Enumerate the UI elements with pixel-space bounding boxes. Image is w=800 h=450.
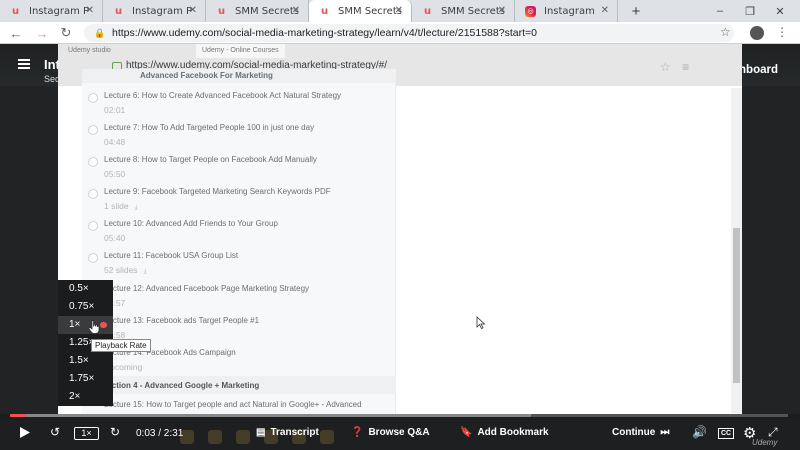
browser-tab-6[interactable]: ◎ Instagram ✕ [515, 0, 618, 22]
forward-icon: ↻ [110, 425, 121, 439]
close-icon[interactable]: ✕ [292, 5, 300, 16]
volume-button[interactable]: 🔊 [692, 425, 707, 439]
question-icon: ❓ [351, 427, 364, 438]
tab-label: Instagram P [29, 5, 90, 17]
checkbox-circle-icon [88, 93, 98, 103]
closed-captions-button[interactable]: CC [718, 428, 734, 439]
udemy-icon: u [114, 5, 123, 17]
bookmark-star-icon[interactable]: ☆ [720, 25, 731, 39]
close-icon[interactable]: ✕ [395, 5, 403, 16]
browser-tab-4-active[interactable]: u SMM Secrets ✕ [309, 0, 412, 22]
close-window-button[interactable]: ✕ [765, 0, 795, 22]
play-icon [20, 427, 30, 438]
hand-cursor-icon [88, 320, 100, 334]
checkbox-circle-icon [88, 125, 98, 135]
profile-avatar[interactable] [750, 26, 764, 40]
minimize-button[interactable]: – [705, 0, 735, 22]
video-section-header: Section 4 - Advanced Google + Marketing [82, 376, 396, 394]
rewind-button[interactable]: ↺ [50, 425, 60, 439]
tab-label: SMM Secrets [338, 5, 402, 17]
rate-option[interactable]: 2× [58, 388, 113, 406]
address-bar[interactable]: 🔒 https://www.udemy.com/social-media-mar… [84, 24, 734, 42]
time-display: 0:03 / 2:31 [136, 428, 184, 439]
restore-button[interactable]: ❐ [735, 0, 765, 22]
progress-buffered [10, 414, 532, 417]
tab-label: SMM Secrets [441, 5, 505, 17]
video-recording-dot [100, 322, 107, 328]
video-inner-tab: Udemy studio [68, 47, 111, 54]
video-section-header: Advanced Facebook For Marketing [82, 69, 396, 83]
video-scrollbar-thumb [733, 228, 740, 383]
video-progress-bar[interactable] [10, 414, 788, 417]
tab-label: SMM Secrets [235, 5, 299, 17]
tab-label: Instagram P [132, 5, 193, 17]
rewind-icon: ↺ [50, 425, 61, 439]
udemy-watermark: Udemy [752, 438, 778, 447]
new-tab-button[interactable]: + [624, 0, 648, 22]
forward-button[interactable]: ↻ [110, 425, 120, 439]
close-icon[interactable]: ✕ [189, 5, 197, 16]
instagram-icon: ◎ [525, 5, 536, 17]
continue-button[interactable]: Continue ⏭ [612, 427, 669, 438]
rate-option[interactable]: 1.75× [58, 370, 113, 388]
rate-option[interactable]: 1.5× [58, 352, 113, 370]
play-button[interactable] [18, 426, 31, 439]
next-icon: ⏭ [660, 427, 670, 438]
bookmark-icon: 🔖 [460, 427, 473, 438]
download-icon: ⤓ [134, 204, 138, 211]
volume-icon: 🔊 [692, 425, 707, 439]
add-bookmark-button[interactable]: 🔖 Add Bookmark [460, 427, 549, 438]
hamburger-menu-icon[interactable] [18, 59, 30, 69]
browse-qa-button[interactable]: ❓ Browse Q&A [351, 427, 430, 438]
udemy-icon: u [11, 5, 20, 17]
kebab-menu-icon[interactable]: ⋮ [776, 25, 788, 39]
screen: u Instagram P ✕ u Instagram P ✕ u SMM Se… [0, 0, 800, 450]
playback-rate-tooltip: Playback Rate [91, 339, 151, 352]
checkbox-circle-icon [88, 157, 98, 167]
tab-label: Instagram [544, 5, 595, 17]
browser-toolbar: ← → ↻ 🔒 https://www.udemy.com/social-med… [0, 22, 800, 44]
browser-tab-2[interactable]: u Instagram P ✕ [103, 0, 206, 22]
browser-tab-1[interactable]: u Instagram P ✕ [0, 0, 103, 22]
checkbox-circle-icon [88, 189, 98, 199]
checkbox-circle-icon [88, 221, 98, 231]
reload-icon[interactable]: ↻ [58, 25, 74, 41]
playback-rate-button[interactable]: 1× [74, 427, 99, 440]
video-inner-toolbar-icons: ☆ ≡ [660, 60, 694, 74]
browser-tab-5[interactable]: u SMM Secrets ✕ [412, 0, 515, 22]
url-text: https://www.udemy.com/social-media-marke… [112, 27, 537, 39]
udemy-icon: u [320, 5, 329, 17]
lock-icon: 🔒 [94, 28, 106, 38]
back-arrow-icon[interactable]: ← [8, 25, 24, 41]
rate-option[interactable]: 0.75× [58, 298, 113, 316]
close-icon[interactable]: ✕ [498, 5, 506, 16]
mouse-cursor-icon [476, 316, 486, 329]
checkbox-circle-icon [88, 253, 98, 263]
progress-played [10, 414, 26, 417]
forward-arrow-icon[interactable]: → [34, 25, 50, 41]
close-icon[interactable]: ✕ [86, 5, 94, 16]
transcript-button[interactable]: ▤ Transcript [256, 427, 319, 438]
browser-tab-strip: u Instagram P ✕ u Instagram P ✕ u SMM Se… [0, 0, 800, 22]
transcript-icon: ▤ [256, 427, 266, 438]
udemy-icon: u [217, 5, 226, 17]
udemy-icon: u [423, 5, 432, 17]
close-icon[interactable]: ✕ [601, 5, 609, 16]
download-icon: ⤓ [143, 268, 147, 275]
rate-option[interactable]: 0.5× [58, 280, 113, 298]
browser-tab-3[interactable]: u SMM Secrets ✕ [206, 0, 309, 22]
video-inner-tab: Udemy - Online Courses [196, 44, 285, 58]
